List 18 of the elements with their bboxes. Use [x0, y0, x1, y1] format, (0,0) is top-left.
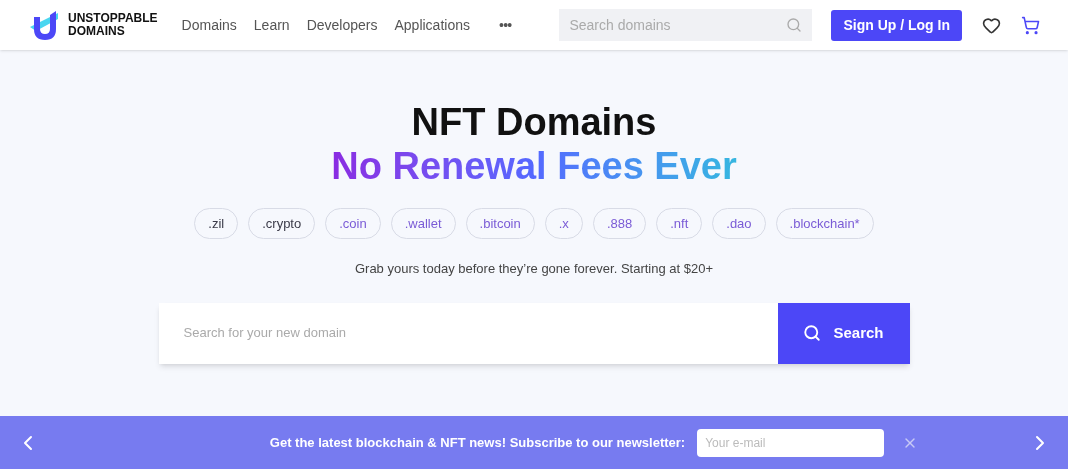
heart-icon[interactable]: [982, 15, 1001, 35]
email-field[interactable]: Your e-mail: [697, 428, 885, 457]
nav-link[interactable]: Learn: [253, 14, 290, 36]
search-button[interactable]: Search: [777, 302, 910, 364]
domain-search-field[interactable]: Search for your new domain: [158, 302, 778, 364]
nav-link[interactable]: Domains: [181, 14, 237, 36]
nav-link[interactable]: Applications: [394, 14, 470, 36]
signup-button[interactable]: Sign Up / Log In: [831, 9, 962, 41]
logo-text: UNSTOPPABLE DOMAINS: [68, 12, 158, 38]
newsletter-text: Get the latest blockchain & NFT news! Subscribe to our newsletter:: [269, 433, 686, 452]
tagline: Grab yours today before they’re gone forever. Starting at $20+: [354, 260, 714, 278]
search-icon: [786, 17, 803, 33]
nav-link[interactable]: Developers: [306, 14, 378, 36]
search-icon: [803, 324, 822, 342]
hero-title: NFT Domains: [411, 100, 657, 144]
search-field[interactable]: Search domains: [559, 9, 813, 41]
nav-link[interactable]: •••: [498, 14, 512, 36]
cart-icon[interactable]: [1021, 15, 1040, 35]
